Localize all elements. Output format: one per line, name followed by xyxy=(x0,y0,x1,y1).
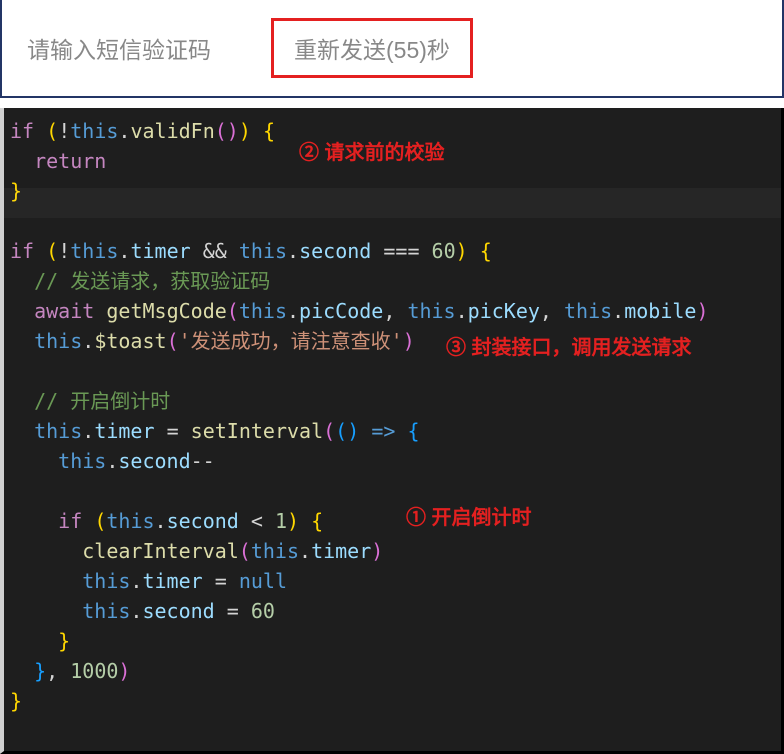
sms-form-row: 请输入短信验证码 重新发送(55)秒 xyxy=(2,0,782,96)
hover-line xyxy=(4,188,781,218)
ui-panel: 请输入短信验证码 重新发送(55)秒 xyxy=(0,0,784,98)
annotation-1: ① 开启倒计时 xyxy=(406,503,532,533)
annotation-2: ② 请求前的校验 xyxy=(299,138,445,168)
annotation-3: ③ 封装接口，调用发送请求 xyxy=(446,333,692,363)
sms-input-placeholder[interactable]: 请输入短信验证码 xyxy=(27,31,211,65)
code-editor[interactable]: ② 请求前的校验 ③ 封装接口，调用发送请求 ① 开启倒计时 if (!this… xyxy=(0,108,784,754)
resend-button[interactable]: 重新发送(55)秒 xyxy=(271,18,473,78)
